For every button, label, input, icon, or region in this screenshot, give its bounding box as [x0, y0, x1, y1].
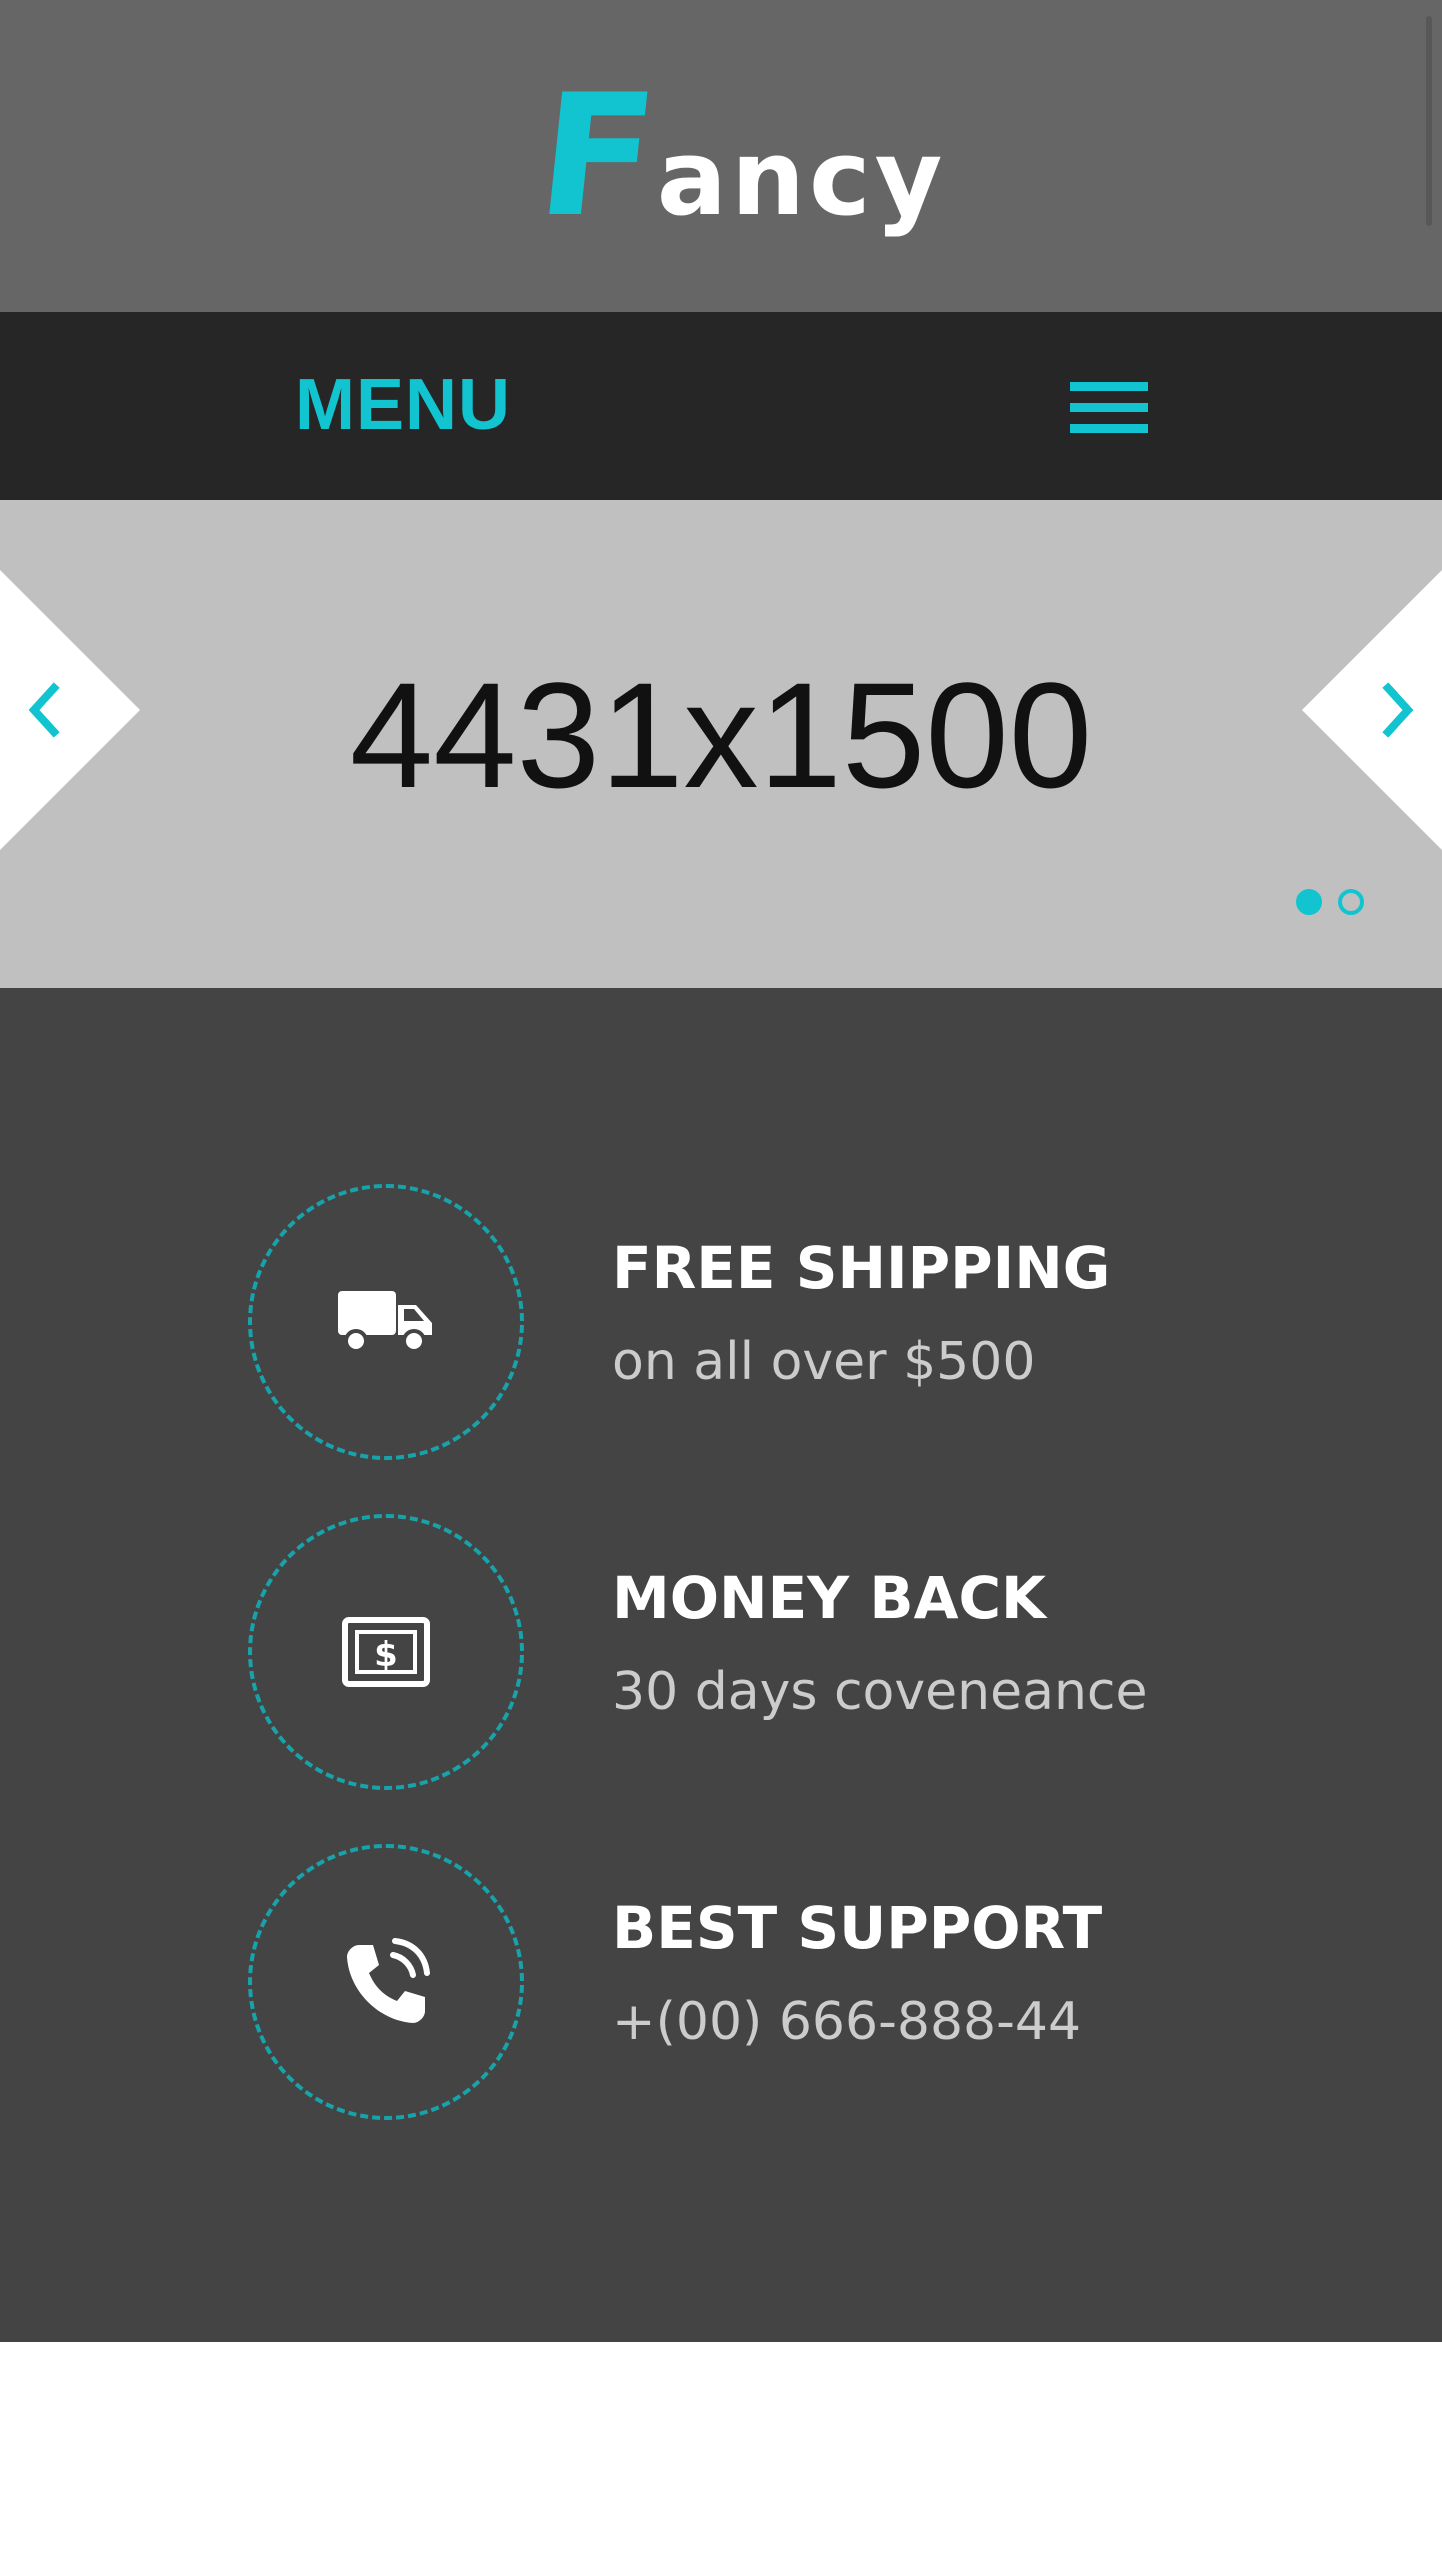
feature-title: FREE SHIPPING [612, 1234, 1111, 1302]
feature-title: BEST SUPPORT [612, 1894, 1103, 1962]
logo-initial: F [529, 58, 666, 254]
feature-money-back: $ MONEY BACK 30 days coveneance [248, 1514, 1248, 1794]
feature-icon-circle [248, 1184, 524, 1460]
scrollbar-thumb[interactable] [1426, 16, 1432, 226]
chevron-left-icon [0, 570, 140, 850]
feature-icon-circle [248, 1844, 524, 2120]
hamburger-menu-icon[interactable] [1070, 382, 1148, 434]
menu-bar: MENU [0, 312, 1442, 500]
chevron-right-icon [1302, 570, 1442, 850]
money-icon: $ [342, 1617, 430, 1687]
feature-title: MONEY BACK [612, 1564, 1046, 1632]
slider-next-button[interactable] [1302, 570, 1442, 850]
site-logo[interactable]: F ancy [530, 58, 947, 254]
slider-dot-2[interactable] [1338, 889, 1364, 915]
slider-dot-1[interactable] [1296, 889, 1322, 915]
truck-icon [338, 1291, 432, 1353]
site-header: F ancy [0, 0, 1442, 312]
feature-best-support: BEST SUPPORT +(00) 666-888-44 [248, 1844, 1248, 2124]
feature-icon-circle: $ [248, 1514, 524, 1790]
feature-subtitle: on all over $500 [612, 1332, 1036, 1392]
menu-label[interactable]: MENU [295, 364, 511, 446]
page: F ancy MENU 4431x1500 FREE SHIPPING on a… [0, 0, 1442, 2562]
feature-subtitle: 30 days coveneance [612, 1662, 1148, 1722]
phone-icon [347, 1938, 430, 2023]
slide-placeholder-text: 4431x1500 [349, 651, 1093, 819]
feature-free-shipping: FREE SHIPPING on all over $500 [248, 1184, 1248, 1464]
logo-text: ancy [656, 117, 947, 239]
slider-pagination [1296, 889, 1364, 915]
feature-subtitle: +(00) 666-888-44 [612, 1992, 1082, 2052]
slider-prev-button[interactable] [0, 570, 140, 850]
svg-text:$: $ [374, 1635, 398, 1675]
hero-slider: 4431x1500 [0, 500, 1442, 988]
features-section: FREE SHIPPING on all over $500 $ MONEY B… [0, 988, 1442, 2342]
